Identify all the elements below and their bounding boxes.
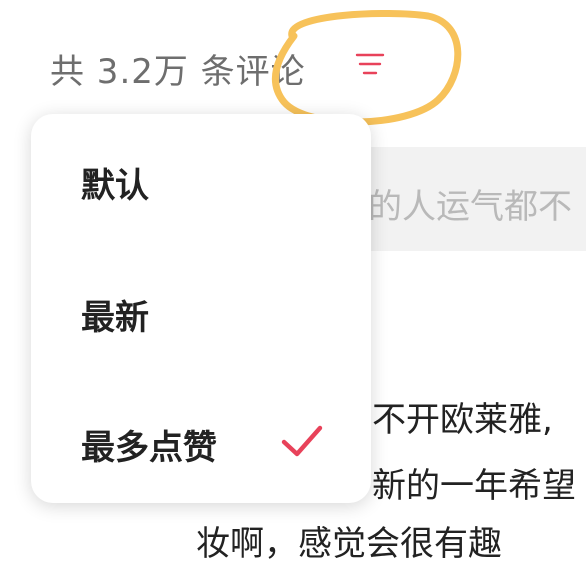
sort-option-latest[interactable]: 最新 bbox=[81, 290, 149, 339]
comment-line-1: 不开欧莱雅, bbox=[372, 400, 553, 440]
comment-count: 共 3.2万 条评论 bbox=[50, 52, 306, 92]
comment-input-preview[interactable]: 的人运气都不 bbox=[340, 147, 586, 251]
sort-menu: 默认 最新 最多点赞 bbox=[31, 114, 371, 503]
comment-line-3: 妆啊，感觉会很有趣 bbox=[196, 524, 502, 564]
comment-line-2: 新的一年希望 bbox=[372, 466, 576, 506]
comment-input-preview-text: 的人运气都不 bbox=[368, 187, 572, 227]
sort-option-default[interactable]: 默认 bbox=[81, 158, 149, 207]
sort-option-most-liked[interactable]: 最多点赞 bbox=[81, 420, 217, 469]
filter-icon[interactable] bbox=[355, 50, 385, 78]
check-icon bbox=[281, 425, 323, 457]
